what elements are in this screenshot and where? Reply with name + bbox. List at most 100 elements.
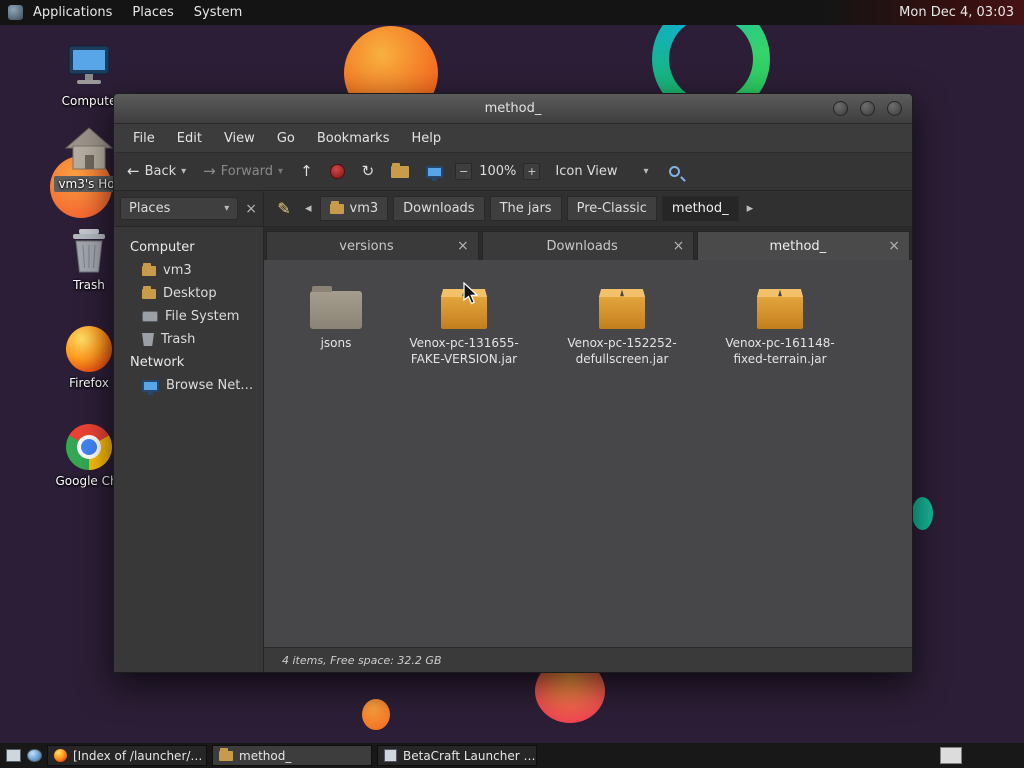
menu-system[interactable]: System (184, 2, 252, 23)
breadcrumb-label: method_ (671, 201, 729, 216)
taskbar-item-label: BetaCraft Launcher … (403, 748, 536, 763)
file-manager-window: method_ File Edit View Go Bookmarks Help… (113, 93, 913, 673)
tab-method[interactable]: method_ × (697, 231, 911, 260)
sidebar-item-filesystem[interactable]: File System (114, 306, 263, 327)
file-jar-2[interactable]: Venox-pc-152252-defullscreen.jar (556, 286, 688, 367)
show-desktop-icon[interactable] (6, 749, 21, 762)
file-jsons[interactable]: jsons (300, 286, 372, 352)
taskbar-item-firefox[interactable]: [Index of /launcher/… (47, 745, 207, 766)
sidebar-item-browse-network[interactable]: Browse Net… (114, 375, 263, 396)
pathbar: ✎ ◂ vm3 Downloads The jars Pre-Classic m… (264, 191, 912, 227)
file-view[interactable]: jsons Venox-pc-131655-FAKE-VERSION.jar V… (264, 260, 912, 647)
up-button[interactable]: ↑ (295, 160, 318, 183)
titlebar[interactable]: method_ (114, 94, 912, 124)
menu-go[interactable]: Go (266, 127, 306, 150)
breadcrumb-pre-classic[interactable]: Pre-Classic (566, 196, 657, 221)
back-button[interactable]: ← Back ▾ (122, 160, 191, 183)
breadcrumb-label: Downloads (403, 201, 475, 216)
edit-location-icon: ✎ (277, 199, 291, 218)
menu-view[interactable]: View (213, 127, 266, 150)
sidebar-item-label: Trash (161, 332, 196, 347)
breadcrumb-method[interactable]: method_ (661, 196, 739, 221)
breadcrumb-downloads[interactable]: Downloads (393, 196, 485, 221)
tab-close-icon[interactable]: × (673, 239, 685, 253)
sidebar-mode-select[interactable]: Places ▾ (120, 197, 239, 220)
menu-edit[interactable]: Edit (166, 127, 213, 150)
clock[interactable]: Mon Dec 4, 03:03 (899, 5, 1024, 20)
file-jar-3[interactable]: Venox-pc-161148-fixed-terrain.jar (714, 286, 846, 367)
sidebar-item-label: vm3 (163, 263, 192, 278)
sidebar-item-vm3[interactable]: vm3 (114, 260, 263, 281)
tab-bar: versions × Downloads × method_ × (264, 227, 912, 260)
taskbar-item-betacraft[interactable]: BetaCraft Launcher … (377, 745, 537, 766)
close-button[interactable] (887, 101, 902, 116)
search-icon (668, 166, 680, 177)
sidebar-header: Places ▾ × (114, 191, 263, 227)
folder-icon (310, 286, 362, 329)
forward-label: Forward (220, 164, 274, 179)
maximize-button[interactable] (860, 101, 875, 116)
folder-icon (142, 285, 156, 299)
search-button[interactable] (664, 162, 685, 181)
forward-button[interactable]: → Forward ▾ (198, 160, 288, 183)
tree-header-network[interactable]: Network (114, 352, 263, 373)
panel-applet-icon[interactable] (27, 749, 42, 762)
zoom-level[interactable]: 100% (479, 164, 516, 179)
forward-history-caret-icon[interactable]: ▾ (278, 166, 283, 177)
tab-close-icon[interactable]: × (888, 239, 900, 253)
zoom-out-button[interactable]: − (455, 163, 473, 180)
back-arrow-icon: ← (127, 162, 140, 180)
sidebar-mode-value: Places (129, 201, 171, 216)
file-label: jsons (320, 336, 352, 350)
desktop-icon-label: Firefox (69, 376, 109, 390)
breadcrumb-label: vm3 (349, 201, 379, 216)
menu-applications[interactable]: Applications (23, 2, 122, 23)
sidebar-close-icon[interactable]: × (245, 202, 257, 216)
view-mode-value: Icon View (555, 164, 618, 179)
breadcrumb-vm3[interactable]: vm3 (319, 196, 389, 221)
wallpaper-blob (912, 497, 933, 530)
zoom-in-button[interactable]: + (523, 163, 541, 180)
reload-icon: ↻ (361, 162, 375, 180)
main-pane: ✎ ◂ vm3 Downloads The jars Pre-Classic m… (264, 191, 912, 672)
folder-icon (219, 747, 233, 761)
status-bar: 4 items, Free space: 32.2 GB (264, 647, 912, 672)
minimize-button[interactable] (833, 101, 848, 116)
window-body: Places ▾ × Computer vm3 Desktop File Sys… (114, 191, 912, 672)
taskbar-item-method[interactable]: method_ (212, 745, 372, 766)
wallpaper-blob (362, 699, 390, 730)
sidebar-item-desktop[interactable]: Desktop (114, 283, 263, 304)
sidebar-item-trash[interactable]: Trash (114, 329, 263, 350)
breadcrumb-label: Pre-Classic (576, 201, 647, 216)
home-folder-button[interactable] (386, 162, 414, 182)
breadcrumb-the-jars[interactable]: The jars (489, 196, 562, 221)
back-history-caret-icon[interactable]: ▾ (181, 166, 186, 177)
location-edit-button[interactable]: ✎ (271, 196, 297, 222)
stop-button[interactable] (325, 160, 350, 183)
file-label: Venox-pc-131655-FAKE-VERSION.jar (409, 336, 519, 366)
folder-icon (391, 162, 410, 178)
tab-close-icon[interactable]: × (457, 239, 469, 253)
folder-icon (329, 200, 344, 214)
taskbar-item-label: method_ (239, 748, 292, 763)
tree-header-computer[interactable]: Computer (114, 237, 263, 258)
menu-bookmarks[interactable]: Bookmarks (306, 127, 401, 150)
sidebar-item-label: Browse Net… (166, 378, 254, 393)
crumbs-scroll-right-icon[interactable]: ▸ (744, 199, 757, 218)
menu-help[interactable]: Help (400, 127, 452, 150)
tab-downloads[interactable]: Downloads × (481, 231, 695, 260)
workspace-switcher[interactable] (940, 747, 962, 764)
menubar: File Edit View Go Bookmarks Help (114, 124, 912, 153)
view-mode-caret-icon: ▾ (643, 166, 649, 177)
crumbs-scroll-left-icon[interactable]: ◂ (302, 199, 315, 218)
applications-menu-icon[interactable] (8, 5, 23, 20)
menu-file[interactable]: File (122, 127, 166, 150)
back-label: Back (144, 164, 177, 179)
tab-label: versions (339, 238, 394, 254)
computer-button[interactable] (421, 162, 448, 182)
reload-button[interactable]: ↻ (357, 160, 380, 183)
view-mode-select[interactable]: Icon View ▾ (547, 160, 656, 183)
tab-versions[interactable]: versions × (266, 231, 479, 260)
menu-places[interactable]: Places (122, 2, 183, 23)
forward-arrow-icon: → (203, 162, 216, 180)
